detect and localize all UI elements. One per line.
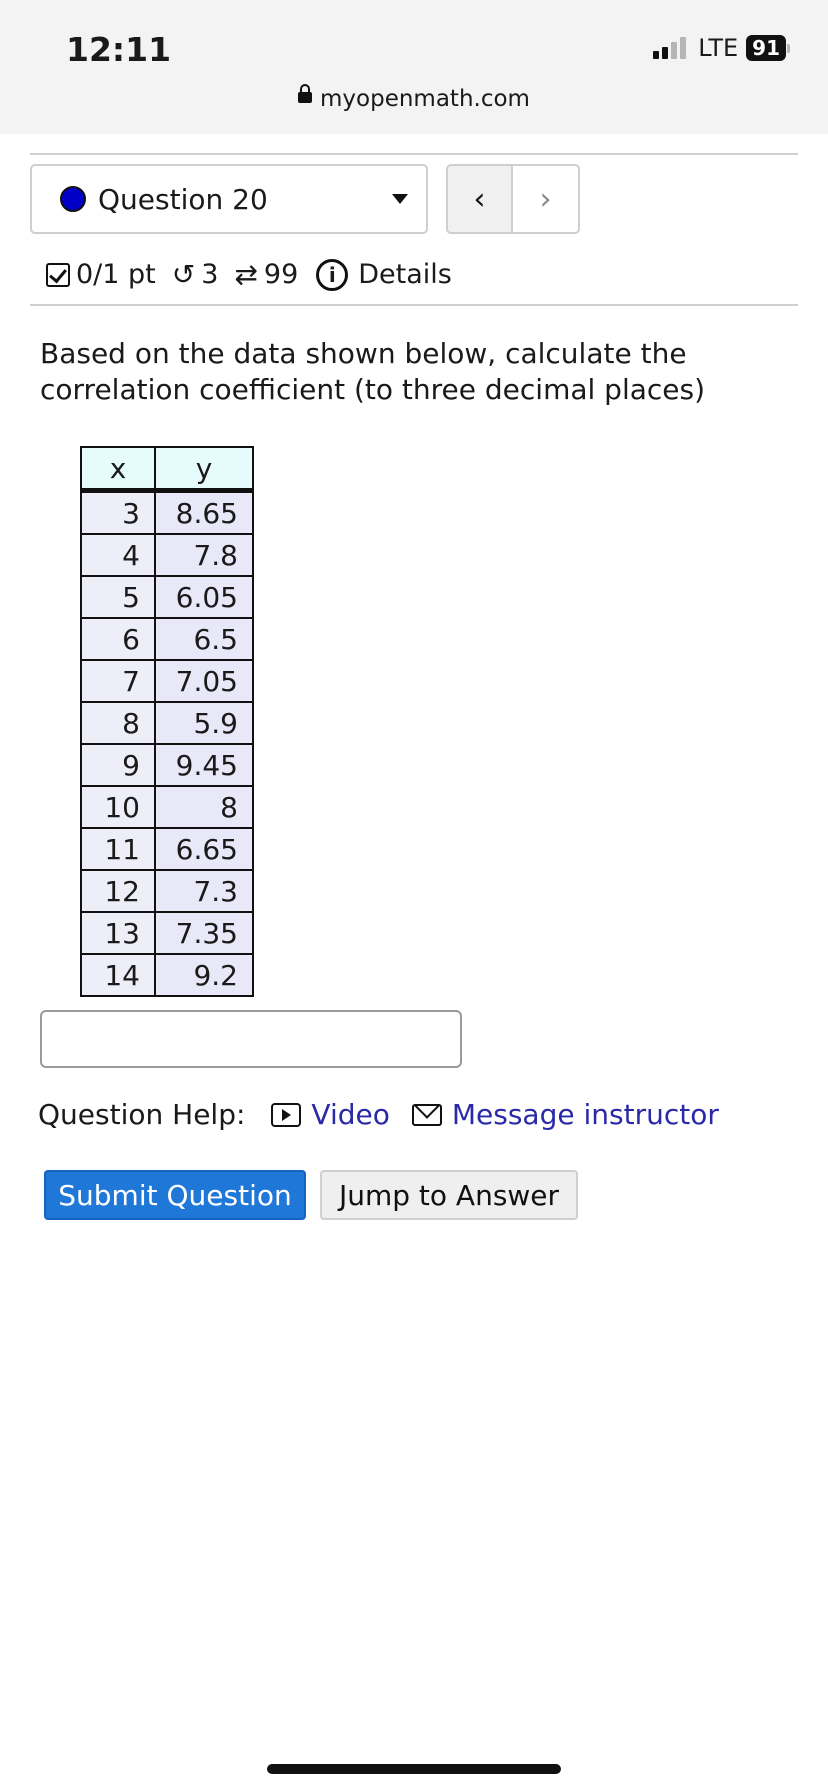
regen-count: 99 — [263, 259, 299, 290]
data-table: x y 3 8.65 4 7.8 5 6.05 6 6.5 7 7.05 8 5.9 9 9.45 10 8 1… — [80, 446, 254, 997]
video-icon[interactable] — [271, 1102, 302, 1127]
jump-to-answer-button[interactable]: Jump to Answer — [320, 1170, 578, 1220]
video-link[interactable]: Video — [311, 1098, 389, 1131]
question-pager: ‹ › — [446, 164, 582, 236]
table-row: 13 7.35 — [80, 911, 254, 955]
status-time: 12:11 — [66, 30, 172, 69]
details-link[interactable]: Details — [358, 259, 452, 290]
score-text: 0/1 pt — [76, 259, 156, 290]
cell-y: 6.05 — [154, 575, 254, 619]
cell-y: 7.8 — [154, 533, 254, 577]
question-select[interactable]: Question 20 — [30, 164, 428, 234]
question-help: Question Help: Video Message instructor — [38, 1098, 719, 1131]
lock-icon — [298, 84, 313, 103]
message-instructor-link[interactable]: Message instructor — [452, 1098, 719, 1131]
table-body: 3 8.65 4 7.8 5 6.05 6 6.5 7 7.05 8 5.9 9 9.45 10 8 11 6.6… — [80, 489, 254, 997]
retry-icon: ↺ — [171, 258, 196, 291]
cell-y: 8.65 — [154, 489, 254, 535]
submit-question-button[interactable]: Submit Question — [44, 1170, 306, 1220]
table-header-row: x y — [80, 446, 254, 493]
cell-x: 3 — [80, 489, 156, 535]
page: 12:11 LTE 91 myopenmath.com Question 20 … — [0, 0, 828, 1792]
question-meta: 0/1 pt ↺ 3 ⇄ 99 i Details — [46, 258, 452, 291]
divider — [30, 153, 798, 155]
table-row: 11 6.65 — [80, 827, 254, 871]
divider — [30, 304, 798, 306]
question-prompt: Based on the data shown below, calculate… — [40, 337, 706, 406]
table-row: 6 6.5 — [80, 617, 254, 661]
cell-y: 7.3 — [154, 869, 254, 913]
question-select-label: Question 20 — [98, 182, 268, 216]
table-header-y: y — [154, 446, 254, 493]
browser-chrome: 12:11 LTE 91 myopenmath.com — [0, 0, 828, 134]
cellular-signal-icon — [653, 37, 687, 59]
mail-icon[interactable] — [411, 1103, 442, 1126]
regenerate-icon: ⇄ — [234, 258, 258, 291]
cell-x: 9 — [80, 743, 156, 787]
table-row: 12 7.3 — [80, 869, 254, 913]
cell-y: 6.65 — [154, 827, 254, 871]
cell-x: 6 — [80, 617, 156, 661]
battery-icon: 91 — [746, 35, 790, 61]
cell-x: 14 — [80, 953, 156, 997]
caret-down-icon — [392, 194, 408, 204]
table-row: 7 7.05 — [80, 659, 254, 703]
cell-y: 9.45 — [154, 743, 254, 787]
cell-y: 9.2 — [154, 953, 254, 997]
address-bar[interactable]: myopenmath.com — [0, 84, 828, 112]
battery-level: 91 — [746, 35, 786, 61]
checkbox-icon — [46, 262, 70, 287]
cell-x: 5 — [80, 575, 156, 619]
question-help-label: Question Help: — [38, 1098, 246, 1131]
cell-x: 8 — [80, 701, 156, 745]
cell-y: 7.35 — [154, 911, 254, 955]
table-row: 10 8 — [80, 785, 254, 829]
cell-y: 7.05 — [154, 659, 254, 703]
table-row: 3 8.65 — [80, 489, 254, 535]
table-row: 5 6.05 — [80, 575, 254, 619]
table-row: 8 5.9 — [80, 701, 254, 745]
cell-y: 5.9 — [154, 701, 254, 745]
chevron-right-icon: › — [539, 181, 552, 217]
table-row: 9 9.45 — [80, 743, 254, 787]
network-type: LTE — [698, 34, 739, 62]
next-question-button[interactable]: › — [513, 164, 580, 234]
cell-x: 12 — [80, 869, 156, 913]
table-row: 14 9.2 — [80, 953, 254, 997]
cell-x: 7 — [80, 659, 156, 703]
attempts-count: 3 — [201, 259, 219, 290]
answer-input[interactable] — [40, 1010, 462, 1068]
table-header-x: x — [80, 446, 156, 493]
question-status-dot — [60, 186, 86, 212]
cell-y: 6.5 — [154, 617, 254, 661]
cell-x: 11 — [80, 827, 156, 871]
prev-question-button[interactable]: ‹ — [446, 164, 513, 234]
info-icon[interactable]: i — [316, 258, 349, 291]
cell-x: 4 — [80, 533, 156, 577]
table-row: 4 7.8 — [80, 533, 254, 577]
home-indicator[interactable] — [267, 1764, 561, 1774]
cell-x: 10 — [80, 785, 156, 829]
url-text: myopenmath.com — [320, 86, 530, 112]
status-indicators: LTE 91 — [653, 34, 790, 62]
chevron-left-icon: ‹ — [473, 181, 486, 217]
cell-x: 13 — [80, 911, 156, 955]
cell-y: 8 — [154, 785, 254, 829]
